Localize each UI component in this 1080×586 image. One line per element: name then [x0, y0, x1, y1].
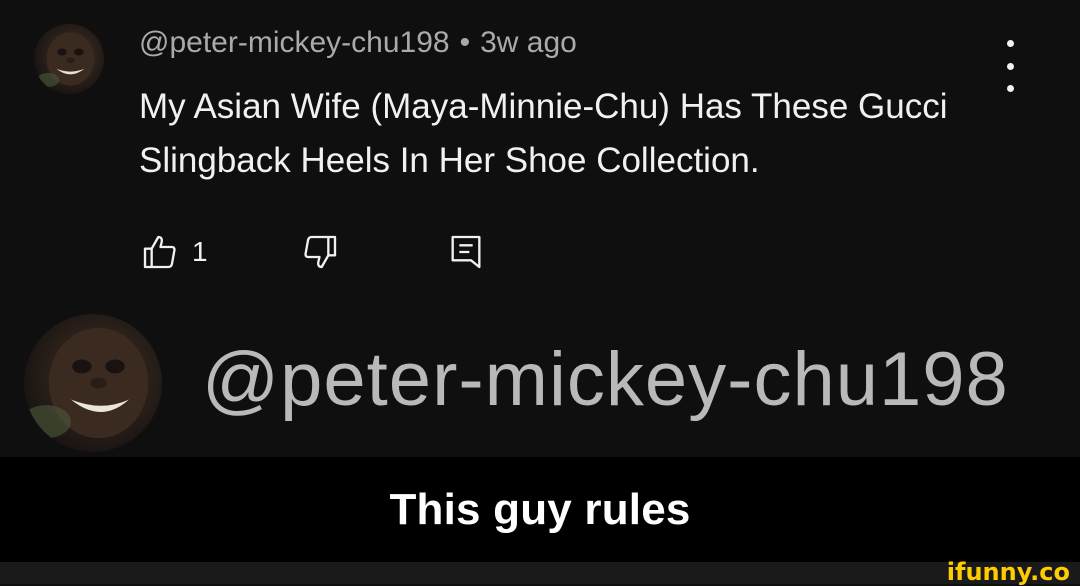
avatar-face-image: [36, 32, 95, 87]
thumbs-down-icon: [304, 235, 337, 269]
avatar[interactable]: [34, 24, 104, 94]
comment-meta: @peter-mickey-chu198 • 3w ago: [139, 26, 577, 60]
caption-bar: This guy rules: [0, 457, 1080, 562]
kebab-menu-icon: [1006, 40, 1014, 47]
footer-strip: [0, 562, 1080, 584]
zoomed-author-handle: @peter-mickey-chu198: [202, 337, 1009, 422]
reply-icon: [451, 235, 481, 269]
dislike-button[interactable]: [300, 232, 340, 272]
meme-caption: This guy rules: [389, 484, 691, 534]
meta-separator: •: [459, 26, 471, 59]
kebab-menu-icon-dot: [1006, 62, 1014, 70]
comment-screenshot: @peter-mickey-chu198 • 3w ago My Asian Wif…: [0, 0, 1080, 457]
avatar-zoomed: [24, 314, 162, 452]
ifunny-watermark: ifunny.co: [946, 558, 1070, 586]
comment-text: My Asian Wife (Maya-Minnie-Chu) Has Thes…: [139, 87, 948, 180]
author-handle[interactable]: @peter-mickey-chu198: [139, 26, 450, 59]
like-button[interactable]: [140, 232, 180, 272]
comment-timestamp[interactable]: 3w ago: [480, 26, 577, 59]
avatar-zoomed-face-image: [24, 327, 149, 439]
reply-button[interactable]: [446, 232, 486, 272]
like-count: 1: [192, 236, 208, 267]
thumbs-up-icon: [143, 235, 176, 269]
